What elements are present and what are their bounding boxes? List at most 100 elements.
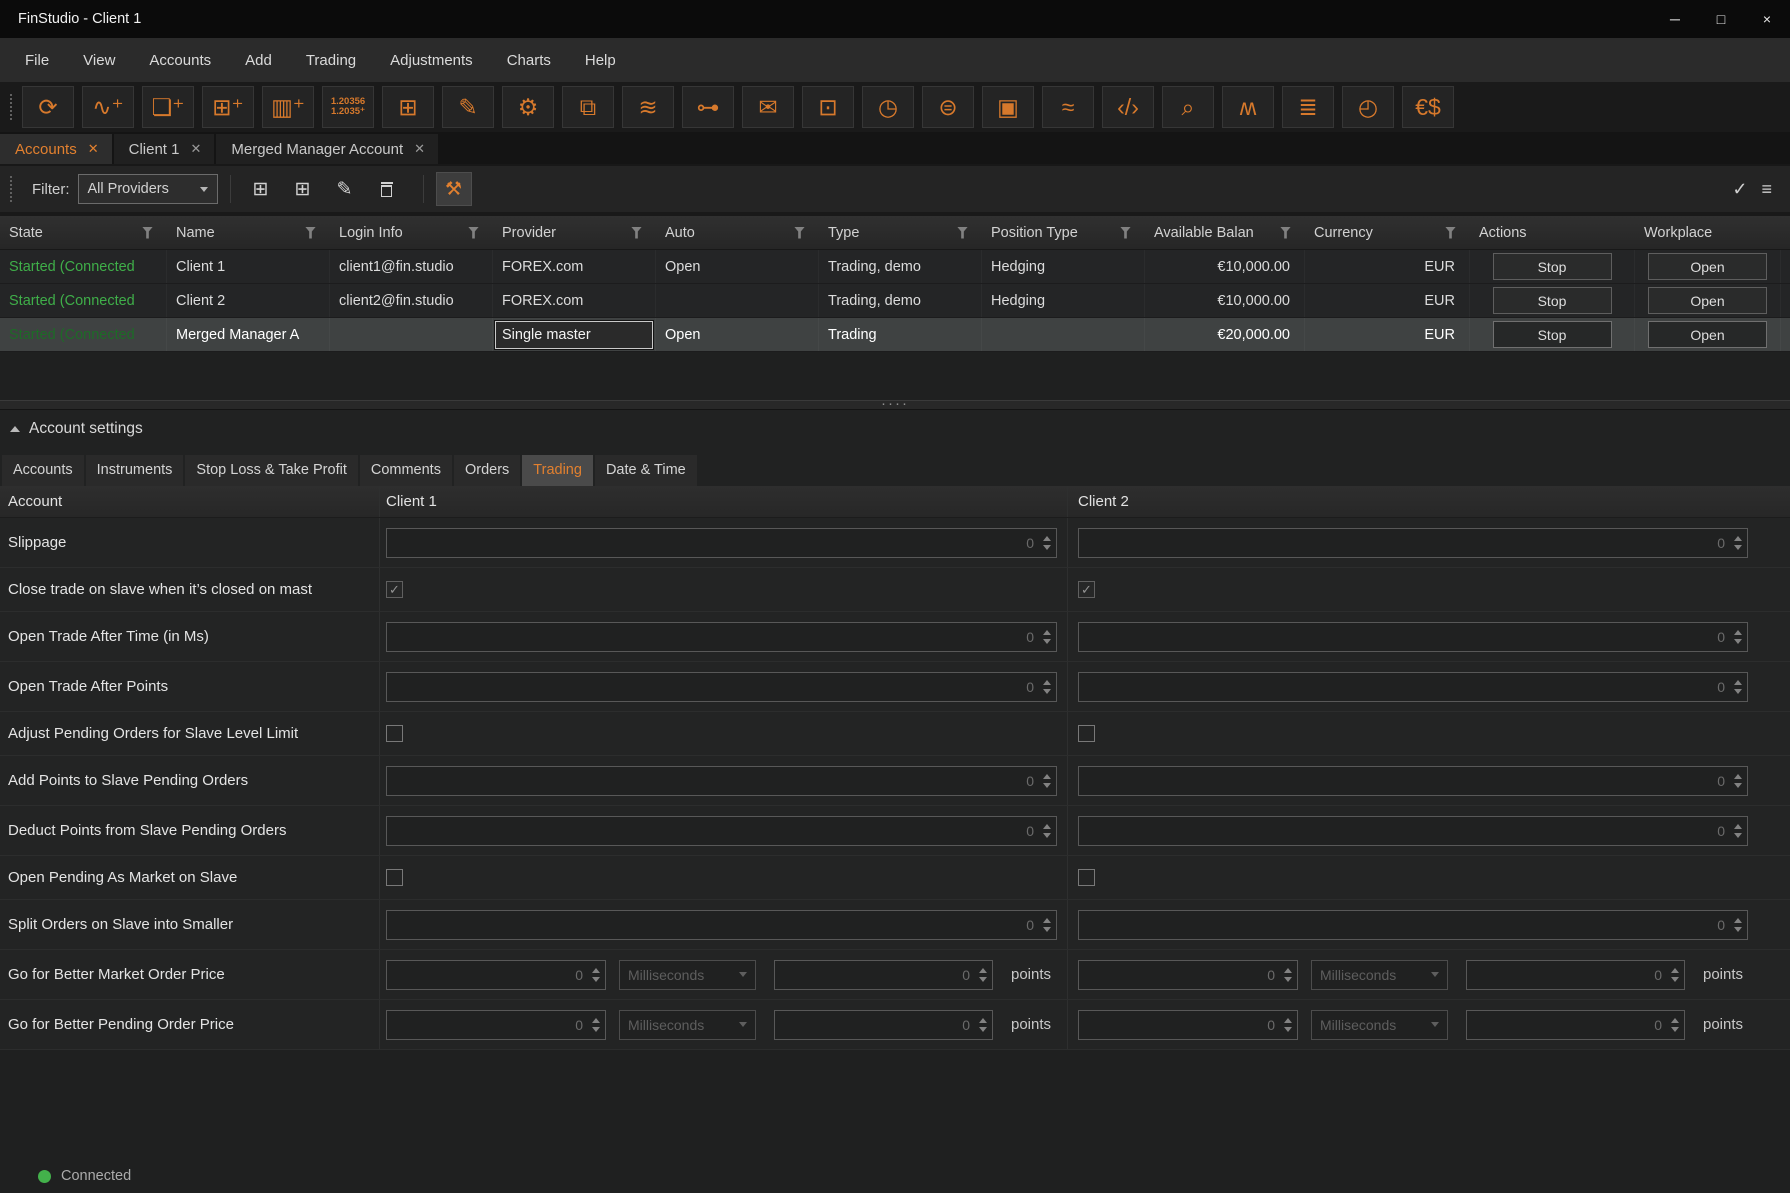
spin-up-icon[interactable] bbox=[1734, 824, 1742, 829]
filter-grip-handle[interactable] bbox=[10, 176, 12, 202]
spin-down-icon[interactable] bbox=[1043, 783, 1051, 788]
add-layout-icon[interactable]: ❏⁺ bbox=[142, 86, 194, 128]
add-master-account-button[interactable]: ⊞ bbox=[285, 172, 321, 206]
spin-down-icon[interactable] bbox=[1734, 783, 1742, 788]
close-button[interactable]: × bbox=[1744, 0, 1790, 38]
spin-down-icon[interactable] bbox=[1671, 977, 1679, 982]
column-header-currency[interactable]: Currency bbox=[1305, 216, 1470, 249]
column-header-provider[interactable]: Provider bbox=[493, 216, 656, 249]
spinner-input[interactable]: 0 bbox=[1078, 1010, 1298, 1040]
charts-compare-icon[interactable]: ʍ bbox=[1222, 86, 1274, 128]
spinner-buttons[interactable] bbox=[1284, 961, 1292, 989]
add-account-icon[interactable]: ⟳ bbox=[22, 86, 74, 128]
add-quote-icon[interactable]: 1.20356 1.2035⁺ bbox=[322, 86, 374, 128]
filter-funnel-icon[interactable] bbox=[631, 227, 642, 239]
stop-button[interactable]: Stop bbox=[1493, 287, 1612, 314]
spinner-buttons[interactable] bbox=[1043, 673, 1051, 701]
column-header-available-balan[interactable]: Available Balan bbox=[1145, 216, 1305, 249]
spinner-buttons[interactable] bbox=[979, 961, 987, 989]
collapse-arrow-icon[interactable] bbox=[10, 426, 20, 432]
group-panel-icon[interactable]: ≡ bbox=[1761, 179, 1772, 200]
filter-funnel-icon[interactable] bbox=[305, 227, 316, 239]
spin-down-icon[interactable] bbox=[1734, 833, 1742, 838]
spinner-buttons[interactable] bbox=[592, 961, 600, 989]
maximize-button[interactable]: □ bbox=[1698, 0, 1744, 38]
spinner-input[interactable]: 0 bbox=[386, 816, 1057, 846]
spin-up-icon[interactable] bbox=[592, 1018, 600, 1023]
settings-tab-instruments[interactable]: Instruments bbox=[86, 455, 184, 486]
spinner-input[interactable]: 0 bbox=[774, 1010, 993, 1040]
spinner-input[interactable]: 0 bbox=[1078, 960, 1298, 990]
spinner-input[interactable]: 0 bbox=[386, 910, 1057, 940]
unit-dropdown[interactable]: Milliseconds bbox=[619, 960, 756, 990]
data-search-icon[interactable]: ⌕ bbox=[1162, 86, 1214, 128]
spinner-input[interactable]: 0 bbox=[386, 766, 1057, 796]
provider-editor-input[interactable]: Single master bbox=[495, 321, 653, 349]
menu-item-help[interactable]: Help bbox=[568, 45, 633, 76]
market-scanner-icon[interactable]: ≋ bbox=[622, 86, 674, 128]
setting-checkbox[interactable] bbox=[386, 725, 403, 742]
setting-checkbox[interactable]: ✓ bbox=[1078, 581, 1095, 598]
spin-down-icon[interactable] bbox=[592, 1027, 600, 1032]
unit-dropdown[interactable]: Milliseconds bbox=[1311, 1010, 1448, 1040]
spin-up-icon[interactable] bbox=[1734, 630, 1742, 635]
spin-up-icon[interactable] bbox=[592, 968, 600, 973]
spinner-buttons[interactable] bbox=[1734, 529, 1742, 557]
spin-up-icon[interactable] bbox=[979, 1018, 987, 1023]
open-workplace-button[interactable]: Open bbox=[1648, 287, 1767, 314]
spinner-buttons[interactable] bbox=[1671, 1011, 1679, 1039]
spinner-input[interactable]: 0 bbox=[386, 672, 1057, 702]
table-row[interactable]: Started (ConnectedClient 1client1@fin.st… bbox=[0, 250, 1790, 284]
spin-up-icon[interactable] bbox=[1284, 968, 1292, 973]
column-header-actions[interactable]: Actions bbox=[1470, 216, 1635, 249]
filter-funnel-icon[interactable] bbox=[142, 227, 153, 239]
spinner-buttons[interactable] bbox=[1043, 767, 1051, 795]
setting-checkbox[interactable] bbox=[1078, 869, 1095, 886]
filter-funnel-icon[interactable] bbox=[957, 227, 968, 239]
unit-dropdown[interactable]: Milliseconds bbox=[619, 1010, 756, 1040]
panel-splitter[interactable]: ···· bbox=[0, 400, 1790, 410]
spin-up-icon[interactable] bbox=[1043, 774, 1051, 779]
timer-info-icon[interactable]: ◴ bbox=[1342, 86, 1394, 128]
scheduler-icon[interactable]: ◷ bbox=[862, 86, 914, 128]
spinner-buttons[interactable] bbox=[1043, 529, 1051, 557]
filter-funnel-icon[interactable] bbox=[1445, 227, 1456, 239]
settings-tab-stop-loss-take-profit[interactable]: Stop Loss & Take Profit bbox=[185, 455, 357, 486]
column-header-type[interactable]: Type bbox=[819, 216, 982, 249]
spin-up-icon[interactable] bbox=[1671, 1018, 1679, 1023]
spinner-buttons[interactable] bbox=[1043, 911, 1051, 939]
spinner-buttons[interactable] bbox=[1734, 911, 1742, 939]
column-header-login-info[interactable]: Login Info bbox=[330, 216, 493, 249]
edit-account-button[interactable]: ✎ bbox=[327, 172, 363, 206]
menu-item-add[interactable]: Add bbox=[228, 45, 289, 76]
script-editor-icon[interactable]: ✎ bbox=[442, 86, 494, 128]
filter-selection-icon[interactable]: ✓ bbox=[1732, 179, 1747, 200]
table-row[interactable]: Started (ConnectedMerged Manager ASingle… bbox=[0, 318, 1790, 352]
spin-up-icon[interactable] bbox=[1043, 630, 1051, 635]
spinner-buttons[interactable] bbox=[592, 1011, 600, 1039]
setting-checkbox[interactable] bbox=[386, 869, 403, 886]
spin-down-icon[interactable] bbox=[1043, 927, 1051, 932]
spinner-input[interactable]: 0 bbox=[1078, 528, 1748, 558]
add-window-icon[interactable]: ⊞⁺ bbox=[202, 86, 254, 128]
spin-up-icon[interactable] bbox=[1734, 680, 1742, 685]
table-view-icon[interactable]: ⊞ bbox=[382, 86, 434, 128]
menu-item-adjustments[interactable]: Adjustments bbox=[373, 45, 490, 76]
spin-down-icon[interactable] bbox=[1734, 545, 1742, 550]
spin-down-icon[interactable] bbox=[1043, 689, 1051, 694]
filter-funnel-icon[interactable] bbox=[468, 227, 479, 239]
spin-up-icon[interactable] bbox=[979, 968, 987, 973]
spinner-buttons[interactable] bbox=[1043, 817, 1051, 845]
add-account-button[interactable]: ⊞ bbox=[243, 172, 279, 206]
spin-down-icon[interactable] bbox=[1734, 639, 1742, 644]
stop-button[interactable]: Stop bbox=[1493, 253, 1612, 280]
spinner-input[interactable]: 0 bbox=[386, 1010, 606, 1040]
spin-down-icon[interactable] bbox=[1284, 1027, 1292, 1032]
algo-chip-icon[interactable]: ⊡ bbox=[802, 86, 854, 128]
close-icon[interactable]: ✕ bbox=[190, 141, 201, 157]
spinner-input[interactable]: 0 bbox=[386, 528, 1057, 558]
spinner-buttons[interactable] bbox=[979, 1011, 987, 1039]
column-header-workplace[interactable]: Workplace bbox=[1635, 216, 1781, 249]
provider-filter-dropdown[interactable]: All Providers bbox=[78, 174, 218, 204]
spin-up-icon[interactable] bbox=[1043, 680, 1051, 685]
